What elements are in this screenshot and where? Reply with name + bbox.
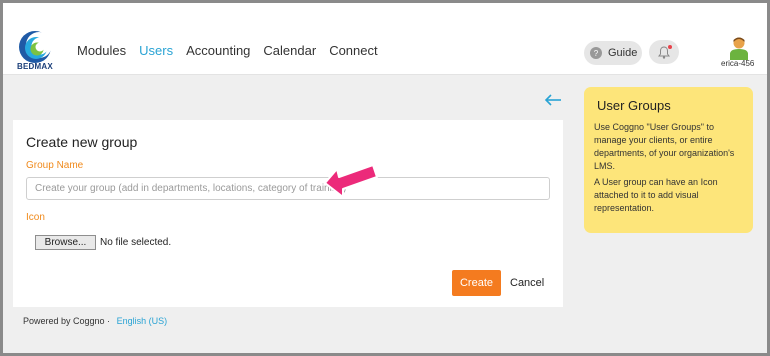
file-status: No file selected. (100, 237, 172, 248)
nav-calendar[interactable]: Calendar (263, 43, 316, 58)
language-link[interactable]: English (US) (117, 316, 168, 326)
page-title: Create new group (26, 134, 138, 150)
footer: Powered by Coggno · English (US) (23, 316, 167, 326)
back-arrow-icon[interactable] (544, 93, 562, 107)
nav-accounting[interactable]: Accounting (186, 43, 250, 58)
icon-label: Icon (26, 212, 45, 223)
create-button[interactable]: Create (452, 270, 501, 296)
app-frame: BEDMAX Modules Users Accounting Calendar… (3, 3, 767, 353)
group-name-input[interactable] (26, 177, 550, 200)
guide-button[interactable]: ? Guide (584, 41, 642, 65)
nav-users[interactable]: Users (139, 43, 173, 58)
top-navigation-bar: BEDMAX Modules Users Accounting Calendar… (3, 3, 767, 75)
nav-modules[interactable]: Modules (77, 43, 126, 58)
notifications-button[interactable] (649, 40, 679, 64)
annotation-arrow (324, 164, 378, 198)
username: erica-456 (721, 59, 755, 68)
help-panel: User Groups Use Coggno "User Groups" to … (584, 87, 753, 233)
guide-label: Guide (608, 47, 638, 59)
help-paragraph-1: Use Coggno "User Groups" to manage your … (594, 122, 735, 171)
logo-text: BEDMAX (17, 62, 53, 71)
notification-dot (668, 45, 672, 49)
main-nav: Modules Users Accounting Calendar Connec… (77, 43, 378, 58)
cancel-button[interactable]: Cancel (510, 277, 544, 289)
help-title: User Groups (597, 98, 671, 113)
powered-by: Powered by Coggno · (23, 316, 111, 326)
help-paragraph-2: A User group can have an Icon attached t… (594, 177, 718, 213)
user-avatar-icon[interactable] (728, 36, 750, 60)
browse-button[interactable]: Browse... (35, 235, 96, 250)
nav-connect[interactable]: Connect (329, 43, 377, 58)
group-name-label: Group Name (26, 160, 84, 171)
question-icon: ? (590, 47, 602, 59)
create-group-card: Create new group Group Name Icon Browse.… (13, 120, 563, 307)
